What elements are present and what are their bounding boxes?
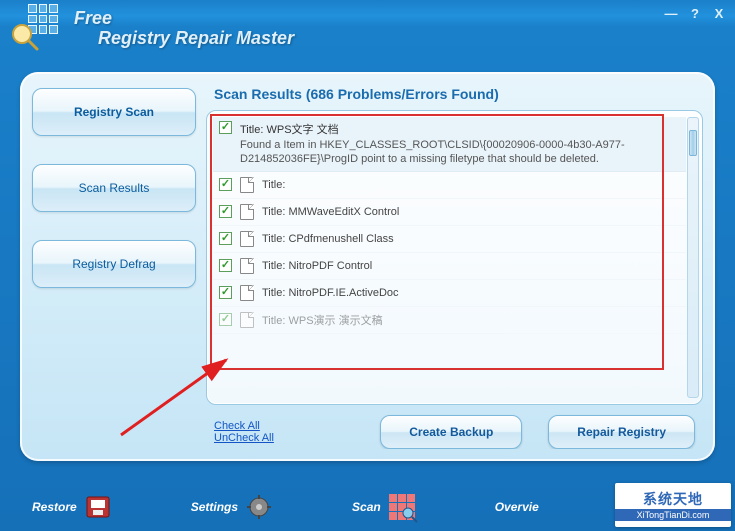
result-item[interactable]: ✓ Title: CPdfmenushell Class bbox=[213, 226, 686, 253]
magnifier-icon bbox=[10, 22, 40, 52]
checkbox-icon[interactable]: ✓ bbox=[219, 205, 232, 218]
result-label: Title: bbox=[262, 179, 285, 191]
content-area: Scan Results (686 Problems/Errors Found)… bbox=[206, 84, 703, 449]
file-icon bbox=[240, 204, 254, 220]
overview-tab[interactable]: Overvie bbox=[495, 500, 539, 514]
file-icon bbox=[240, 312, 254, 328]
scrollbar-vertical[interactable] bbox=[687, 117, 699, 398]
result-label: Title: NitroPDF.IE.ActiveDoc bbox=[262, 287, 399, 299]
registry-scan-button[interactable]: Registry Scan bbox=[32, 88, 196, 136]
titlebar: Free Registry Repair Master — ? X bbox=[0, 0, 735, 56]
create-backup-button[interactable]: Create Backup bbox=[380, 415, 522, 449]
checkbox-icon[interactable]: ✓ bbox=[219, 286, 232, 299]
main-panel: Registry Scan Scan Results Registry Defr… bbox=[20, 72, 715, 461]
file-icon bbox=[240, 231, 254, 247]
result-item[interactable]: ✓ Title: MMWaveEditX Control bbox=[213, 199, 686, 226]
file-icon bbox=[240, 285, 254, 301]
gear-icon bbox=[246, 494, 272, 520]
result-label: Title: WPS演示 演示文稿 bbox=[262, 312, 383, 328]
results-panel: ✓ Title: WPS文字 文档 Found a Item in HKEY_C… bbox=[206, 110, 703, 405]
checkbox-icon[interactable]: ✓ bbox=[219, 232, 232, 245]
app-title: Free Registry Repair Master bbox=[74, 9, 294, 49]
result-label: Title: MMWaveEditX Control bbox=[262, 206, 399, 218]
result-item-expanded[interactable]: ✓ Title: WPS文字 文档 Found a Item in HKEY_C… bbox=[213, 117, 686, 172]
checkbox-icon[interactable]: ✓ bbox=[219, 259, 232, 272]
minimize-button[interactable]: — bbox=[663, 6, 679, 21]
magnifier-icon bbox=[401, 506, 419, 524]
result-description: Found a Item in HKEY_CLASSES_ROOT\CLSID\… bbox=[240, 139, 680, 167]
settings-tab[interactable]: Settings bbox=[191, 494, 272, 520]
checkbox-icon[interactable]: ✓ bbox=[219, 121, 232, 134]
app-logo: Free Registry Repair Master bbox=[10, 4, 294, 52]
scroll-thumb[interactable] bbox=[689, 130, 697, 156]
disk-icon bbox=[85, 494, 111, 520]
scan-results-button[interactable]: Scan Results bbox=[32, 164, 196, 212]
repair-registry-button[interactable]: Repair Registry bbox=[548, 415, 695, 449]
file-icon bbox=[240, 177, 254, 193]
registry-defrag-button[interactable]: Registry Defrag bbox=[32, 240, 196, 288]
result-label: Title: CPdfmenushell Class bbox=[262, 233, 394, 245]
restore-tab[interactable]: Restore bbox=[32, 494, 111, 520]
result-item[interactable]: ✓ Title: NitroPDF.IE.ActiveDoc bbox=[213, 280, 686, 307]
check-all-link[interactable]: Check All bbox=[214, 420, 274, 432]
file-icon bbox=[240, 258, 254, 274]
uncheck-all-link[interactable]: UnCheck All bbox=[214, 432, 274, 444]
results-list: ✓ Title: WPS文字 文档 Found a Item in HKEY_C… bbox=[213, 117, 686, 398]
result-item[interactable]: ✓ Title: bbox=[213, 172, 686, 199]
close-button[interactable]: X bbox=[711, 6, 727, 21]
help-button[interactable]: ? bbox=[687, 6, 703, 21]
results-header: Scan Results (686 Problems/Errors Found) bbox=[206, 84, 703, 110]
result-item[interactable]: ✓ Title: WPS演示 演示文稿 bbox=[213, 307, 686, 334]
checkbox-icon[interactable]: ✓ bbox=[219, 178, 232, 191]
result-item[interactable]: ✓ Title: NitroPDF Control bbox=[213, 253, 686, 280]
checkbox-icon[interactable]: ✓ bbox=[219, 313, 232, 326]
sidebar: Registry Scan Scan Results Registry Defr… bbox=[32, 84, 196, 449]
scan-tab[interactable]: Scan bbox=[352, 494, 415, 520]
watermark-logo: 系统天地 XiTongTianDi.com bbox=[615, 483, 731, 527]
result-label: Title: NitroPDF Control bbox=[262, 260, 372, 272]
footer-actions: Check All UnCheck All Create Backup Repa… bbox=[206, 405, 703, 449]
result-title: Title: WPS文字 文档 bbox=[240, 121, 680, 137]
